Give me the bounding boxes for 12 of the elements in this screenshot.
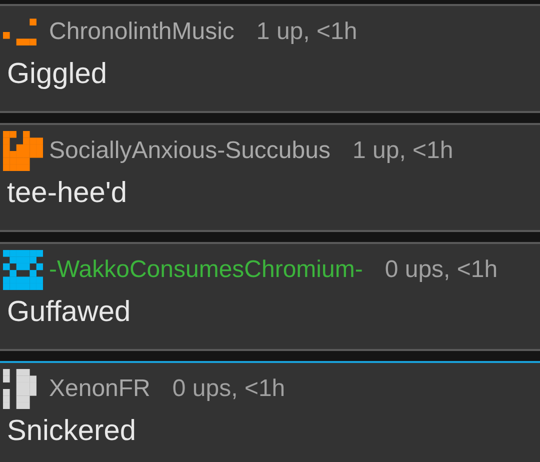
vote-info: 1 up, <1h	[256, 18, 358, 46]
username[interactable]: XenonFR	[49, 375, 150, 403]
username[interactable]: ChronolinthMusic	[49, 18, 234, 46]
comment-text: Guffawed	[7, 296, 131, 329]
comment-text: Snickered	[7, 415, 136, 448]
username[interactable]: SociallyAnxious-Succubus	[49, 137, 330, 165]
comment-text: tee-hee'd	[7, 177, 128, 210]
vote-info: 0 ups, <1h	[384, 256, 498, 284]
comment-text: Giggled	[7, 58, 107, 91]
vote-info: 1 up, <1h	[352, 137, 454, 165]
username[interactable]: -WakkoConsumesChromium-	[49, 256, 363, 284]
vote-info: 0 ups, <1h	[172, 375, 286, 403]
